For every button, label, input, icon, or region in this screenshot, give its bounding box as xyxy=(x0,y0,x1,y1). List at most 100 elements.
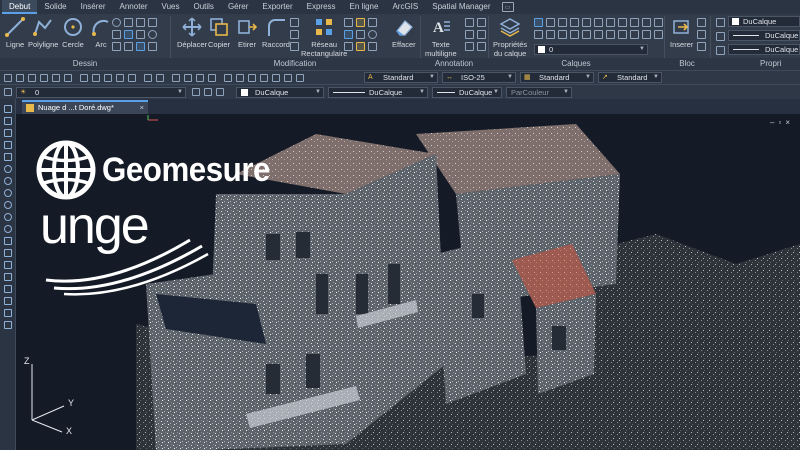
dim-style-combo[interactable]: ↔ ISO-25 ▼ xyxy=(442,72,516,83)
print-icon[interactable] xyxy=(40,74,48,82)
palette-hatch-icon[interactable] xyxy=(4,273,12,281)
close-icon[interactable]: × xyxy=(140,102,144,114)
preview-icon[interactable] xyxy=(52,74,60,82)
tab-annoter[interactable]: Annoter xyxy=(113,0,155,14)
move-tool-button[interactable]: Déplacer xyxy=(177,16,207,49)
palette-block-icon[interactable] xyxy=(4,249,12,257)
plotstyle-combo[interactable]: ParCouleur ▼ xyxy=(506,87,572,98)
circle-tool-button[interactable]: Cercle xyxy=(62,16,84,49)
layer-merge-icon[interactable] xyxy=(642,18,651,27)
dimension-icon[interactable] xyxy=(465,18,474,27)
palette-region-icon[interactable] xyxy=(4,297,12,305)
xline-icon[interactable] xyxy=(112,42,121,51)
table-icon[interactable] xyxy=(465,30,474,39)
palette-gradient-icon[interactable] xyxy=(4,285,12,293)
ribbon-linetype-combo[interactable]: DuCalque xyxy=(728,30,800,41)
layer-combo[interactable]: ☀ 0 ▼ xyxy=(16,87,186,98)
linetype-combo[interactable]: DuCalque ▼ xyxy=(328,87,428,98)
layer-settings-icon[interactable] xyxy=(642,30,651,39)
layer-vp-icon[interactable] xyxy=(594,30,603,39)
tab-spatial-manager[interactable]: Spatial Manager xyxy=(425,0,497,14)
text-style-combo[interactable]: A Standard ▼ xyxy=(364,72,438,83)
multileader-style-combo[interactable]: ↗ Standard ▼ xyxy=(598,72,662,83)
tab-inserer[interactable]: Insérer xyxy=(74,0,113,14)
wipeout-icon[interactable] xyxy=(136,42,145,51)
explode-icon[interactable] xyxy=(344,30,353,39)
palette-point-icon[interactable] xyxy=(4,261,12,269)
layer-translate-icon[interactable] xyxy=(654,30,663,39)
palette-line-icon[interactable] xyxy=(4,105,12,113)
copy-tool-button[interactable]: Copier xyxy=(208,16,230,49)
zoom-realtime-icon[interactable] xyxy=(184,74,192,82)
redo-icon[interactable] xyxy=(156,74,164,82)
tab-debut[interactable]: Debut xyxy=(2,0,38,14)
quickcalc-icon[interactable] xyxy=(284,74,292,82)
layer-off-icon[interactable] xyxy=(546,18,555,27)
properties-icon[interactable] xyxy=(224,74,232,82)
document-tab[interactable]: Nuage d ...t Doré.dwg* × xyxy=(22,100,148,114)
trim-icon[interactable] xyxy=(344,18,353,27)
layer-unlock-icon[interactable] xyxy=(594,18,603,27)
ribbon-color-combo[interactable]: DuCalque xyxy=(728,16,800,27)
palette-spline-icon[interactable] xyxy=(4,201,12,209)
scale-icon[interactable] xyxy=(290,42,299,51)
markup-icon[interactable] xyxy=(477,30,486,39)
block-editor-icon[interactable] xyxy=(128,74,136,82)
copy-clip-icon[interactable] xyxy=(92,74,100,82)
markup-set-icon[interactable] xyxy=(272,74,280,82)
layer-match-icon[interactable] xyxy=(606,18,615,27)
layer-properties-button[interactable]: Propriétés du calque xyxy=(493,16,527,58)
tab-vues[interactable]: Vues xyxy=(155,0,187,14)
stretch-tool-button[interactable]: Etirer xyxy=(236,16,258,49)
region-icon[interactable] xyxy=(148,18,157,27)
palette-revcloud-icon[interactable] xyxy=(4,189,12,197)
mtext-tool-button[interactable]: A Texte multiligne xyxy=(425,16,457,58)
arc-tool-button[interactable]: Arc xyxy=(90,16,112,49)
layer-uniso-icon[interactable] xyxy=(582,30,591,39)
layer-state-icon[interactable] xyxy=(534,18,543,27)
lineweight-icon[interactable] xyxy=(716,46,725,55)
palette-circle-icon[interactable] xyxy=(4,177,12,185)
insert-block-button[interactable]: Inserer xyxy=(670,16,693,49)
palette-ellipse-icon[interactable] xyxy=(4,213,12,221)
block-attribute-icon[interactable] xyxy=(697,42,706,51)
palette-polygon-icon[interactable] xyxy=(4,141,12,149)
leader-icon[interactable] xyxy=(477,18,486,27)
point-icon[interactable] xyxy=(148,30,157,39)
revcloud-icon[interactable] xyxy=(148,42,157,51)
design-center-icon[interactable] xyxy=(236,74,244,82)
ribbon-layer-combo[interactable]: 0 ▼ xyxy=(534,44,648,55)
make-current-icon[interactable] xyxy=(192,88,200,96)
ribbon-lineweight-combo[interactable]: DuCalque xyxy=(728,44,800,55)
palette-table-icon[interactable] xyxy=(4,309,12,317)
join-icon[interactable] xyxy=(368,30,377,39)
layer-walk-icon[interactable] xyxy=(630,18,639,27)
tool-palettes-icon[interactable] xyxy=(248,74,256,82)
palette-ellipse-arc-icon[interactable] xyxy=(4,225,12,233)
tab-arcgis[interactable]: ArcGIS xyxy=(385,0,425,14)
spline-icon[interactable] xyxy=(124,18,133,27)
tab-express[interactable]: Express xyxy=(300,0,343,14)
ellipse-icon[interactable] xyxy=(112,18,121,27)
polyline-tool-button[interactable]: Polyligne xyxy=(28,16,58,49)
palette-rectangle-icon[interactable] xyxy=(4,153,12,161)
palette-polyline-icon[interactable] xyxy=(4,129,12,137)
chamfer-icon[interactable] xyxy=(344,42,353,51)
layer-filter-icon[interactable] xyxy=(630,30,639,39)
line-tool-button[interactable]: Ligne xyxy=(4,16,26,49)
mirror-icon[interactable] xyxy=(290,30,299,39)
ribbon-toggle-icon[interactable]: ▭ xyxy=(501,2,514,12)
palette-mtext-icon[interactable] xyxy=(4,321,12,329)
layer-tools-icon[interactable] xyxy=(618,30,627,39)
ray-icon[interactable] xyxy=(124,42,133,51)
tab-gerer[interactable]: Gérer xyxy=(221,0,255,14)
layer-previous-icon[interactable] xyxy=(618,18,627,27)
erase-tool-button[interactable]: Effacer xyxy=(392,16,416,49)
palette-arc-icon[interactable] xyxy=(4,165,12,173)
tab-outils[interactable]: Outils xyxy=(186,0,220,14)
new-file-icon[interactable] xyxy=(4,74,12,82)
layer-current-icon[interactable] xyxy=(606,30,615,39)
tab-solide[interactable]: Solide xyxy=(37,0,73,14)
palette-xline-icon[interactable] xyxy=(4,117,12,125)
field-icon[interactable] xyxy=(465,42,474,51)
